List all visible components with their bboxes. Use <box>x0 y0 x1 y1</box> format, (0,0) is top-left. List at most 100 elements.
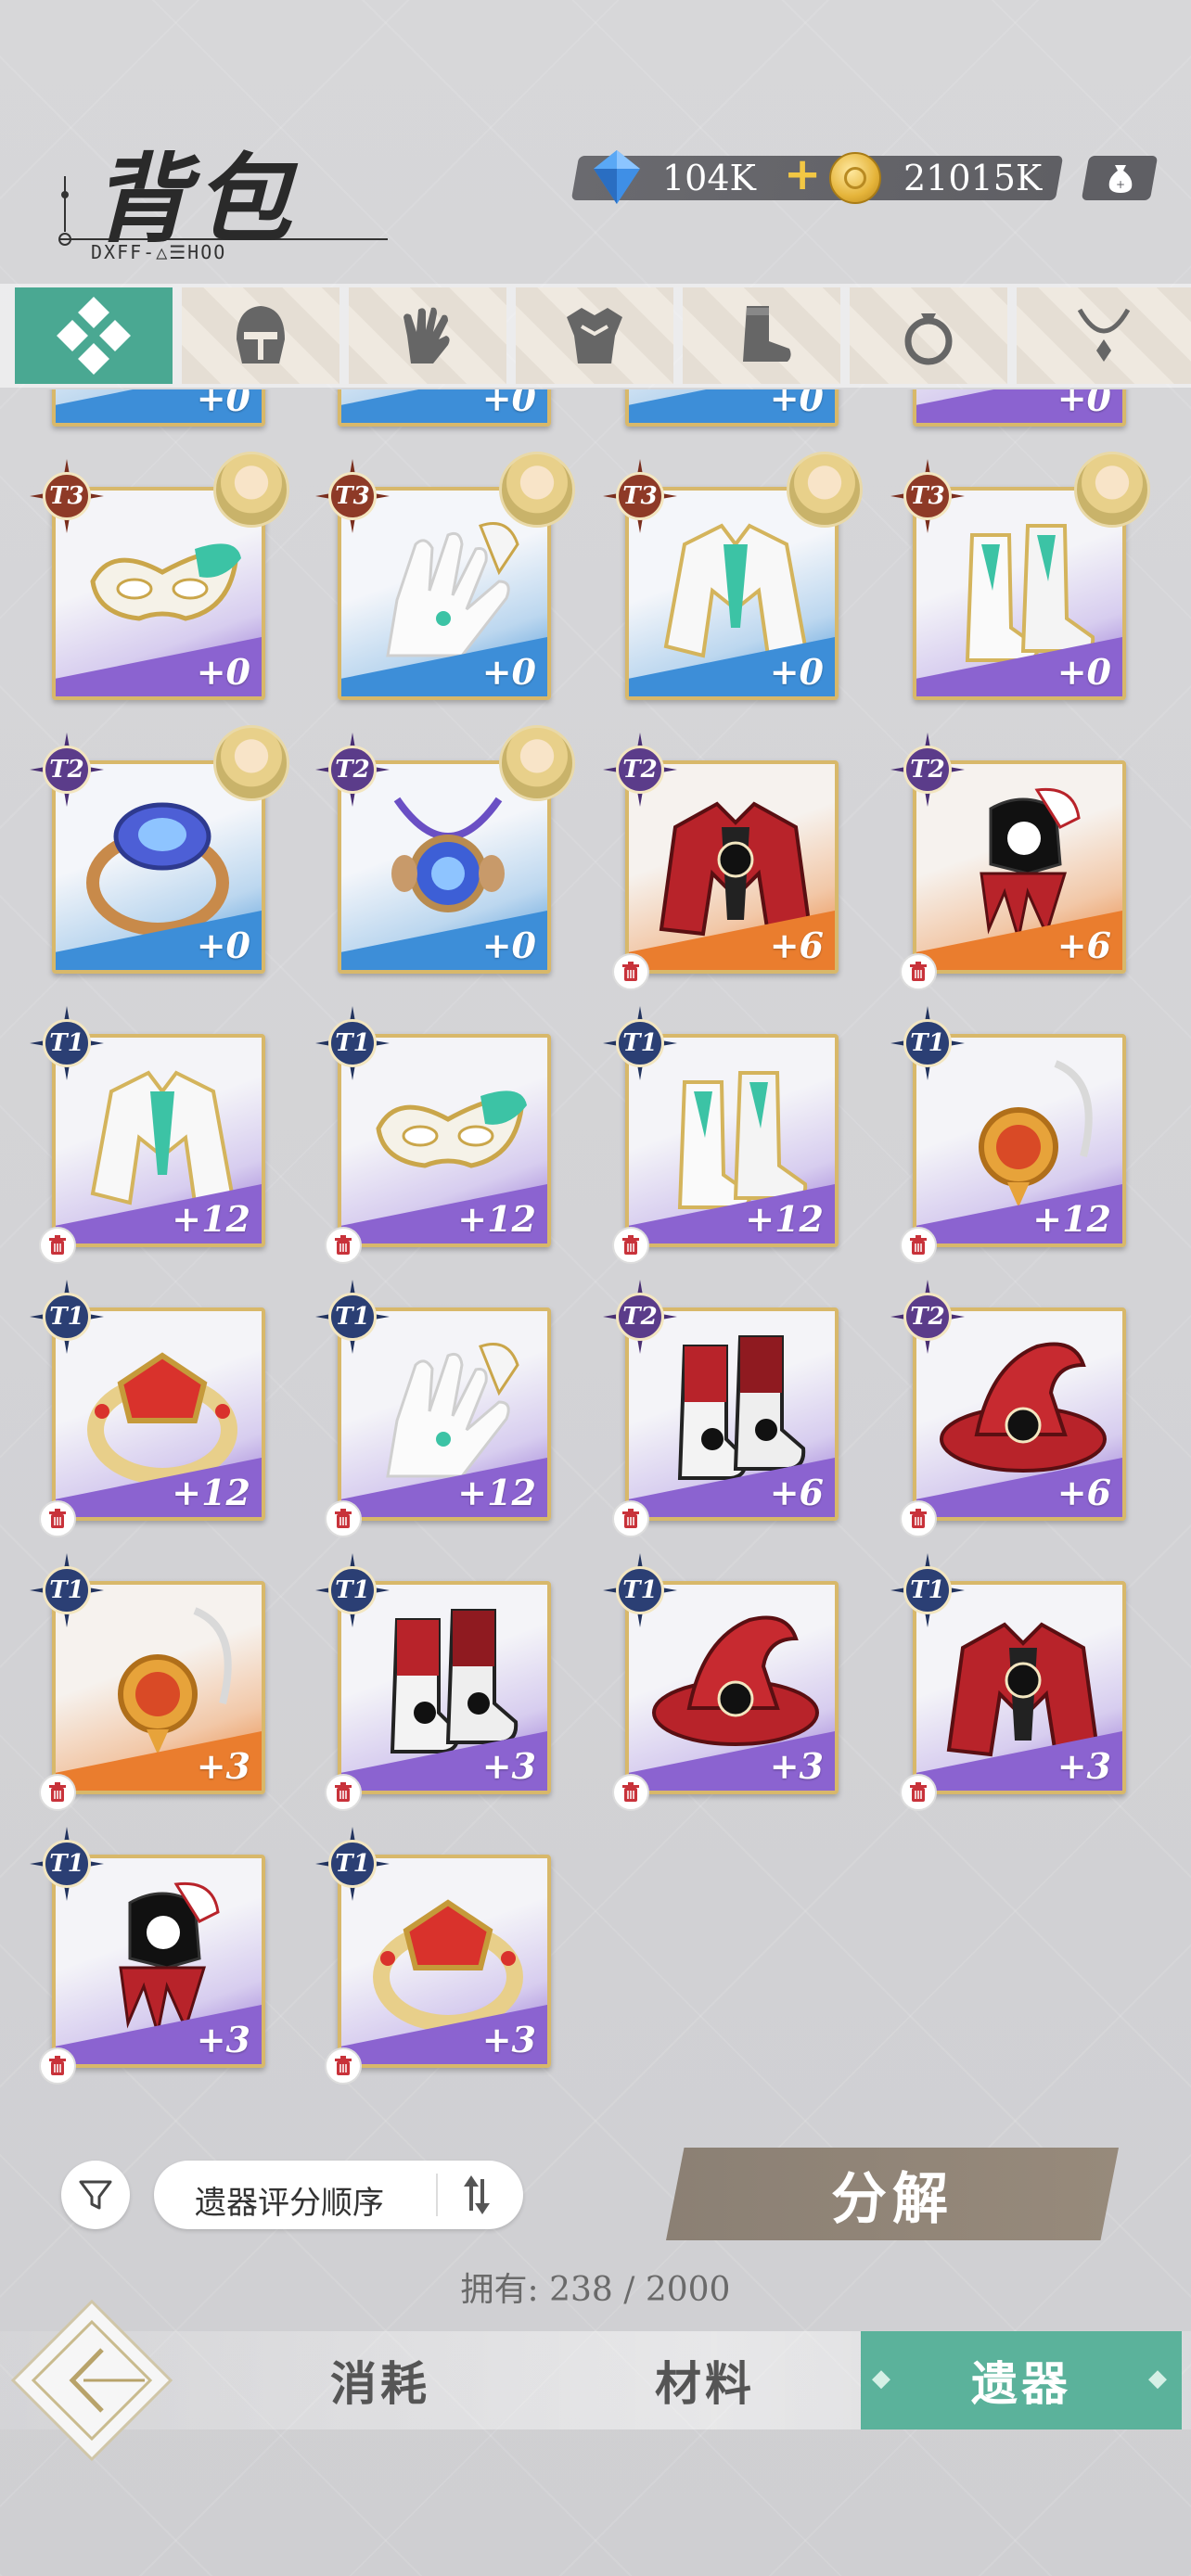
ring-icon <box>904 313 953 365</box>
relic-item[interactable]: +3 T1 <box>30 1827 265 2085</box>
item-frame: +0 <box>338 389 551 427</box>
tab-armor[interactable] <box>516 287 673 384</box>
relic-item[interactable]: +12 T1 <box>890 1006 1126 1264</box>
relic-item[interactable]: +0 T3 <box>30 452 289 700</box>
tier-badge: T2 <box>315 733 390 807</box>
armor-icon <box>567 308 622 363</box>
tab-boots[interactable] <box>683 287 840 384</box>
sort-order-icon[interactable] <box>458 2174 495 2216</box>
trash-marker[interactable] <box>39 2047 76 2085</box>
trash-marker[interactable] <box>39 1774 76 1811</box>
tier-badge: T1 <box>30 1006 104 1080</box>
gold-coin-icon <box>829 152 881 204</box>
tab-all[interactable] <box>15 287 173 384</box>
relic-item[interactable]: +3 T1 <box>315 1553 551 1811</box>
relic-item[interactable]: +6 T2 <box>603 733 839 990</box>
item-level: +12 <box>1032 1198 1111 1240</box>
relic-item[interactable]: +3 T1 <box>30 1553 265 1811</box>
relic-item[interactable]: +0 T2 <box>30 725 289 974</box>
relic-item[interactable]: +0 <box>913 389 1126 427</box>
trash-marker[interactable] <box>900 1774 937 1811</box>
trash-marker[interactable] <box>900 953 937 990</box>
equipped-character-avatar <box>213 452 289 528</box>
trash-marker[interactable] <box>612 1774 649 1811</box>
tab-materials[interactable]: 材料 <box>603 2331 807 2429</box>
necklace-icon <box>1077 308 1131 362</box>
relic-item[interactable]: +6 T2 <box>890 733 1126 990</box>
tier-badge: T2 <box>603 1280 677 1354</box>
tier-label: T3 <box>43 472 91 520</box>
tier-badge: T2 <box>890 1280 965 1354</box>
relic-item[interactable]: +3 T1 <box>315 1827 551 2085</box>
trash-marker[interactable] <box>900 1227 937 1264</box>
trash-marker[interactable] <box>39 1227 76 1264</box>
trash-marker[interactable] <box>325 1774 362 1811</box>
relic-item[interactable]: +12 T1 <box>603 1006 839 1264</box>
trash-marker[interactable] <box>612 1227 649 1264</box>
tier-badge: T3 <box>890 459 965 533</box>
trash-marker[interactable] <box>325 2047 362 2085</box>
relic-item[interactable]: +3 T1 <box>890 1553 1126 1811</box>
trash-icon <box>335 1235 352 1255</box>
relic-item[interactable]: +0 T2 <box>315 725 575 974</box>
glove-icon <box>403 307 450 363</box>
relic-item[interactable]: +6 T2 <box>603 1280 839 1537</box>
tier-label: T1 <box>328 1019 377 1067</box>
add-gems-button[interactable]: + <box>784 148 821 200</box>
item-frame: +0 <box>52 389 265 427</box>
trash-icon <box>49 1509 66 1528</box>
tier-label: T3 <box>616 472 664 520</box>
relic-item[interactable]: +12 T1 <box>315 1006 551 1264</box>
filter-button[interactable] <box>61 2161 130 2229</box>
tab-ring[interactable] <box>850 287 1007 384</box>
item-level: +0 <box>481 651 536 693</box>
gem-count: 104K <box>662 158 756 198</box>
money-bag-icon: + <box>1108 165 1133 193</box>
trash-marker[interactable] <box>900 1500 937 1537</box>
tier-label: T1 <box>43 1566 91 1614</box>
tab-relics[interactable]: 遗器 <box>861 2331 1182 2429</box>
sort-label: 遗器评分顺序 <box>195 2185 384 2222</box>
tier-badge: T1 <box>603 1006 677 1080</box>
item-level: +3 <box>481 2019 536 2060</box>
relic-item[interactable]: +0 <box>338 389 551 427</box>
item-frame: +0 <box>913 389 1126 427</box>
tier-badge: T3 <box>30 459 104 533</box>
tier-label: T1 <box>43 1019 91 1067</box>
relic-item[interactable]: +6 T2 <box>890 1280 1126 1537</box>
decompose-button[interactable]: 分解 <box>666 2148 1119 2240</box>
relic-item[interactable]: +12 T1 <box>30 1006 265 1264</box>
tier-label: T1 <box>43 1293 91 1341</box>
tier-badge: T1 <box>315 1280 390 1354</box>
tab-consumables[interactable]: 消耗 <box>278 2331 482 2429</box>
tab-gloves[interactable] <box>349 287 506 384</box>
tab-helmet[interactable] <box>182 287 339 384</box>
tier-badge: T1 <box>890 1553 965 1627</box>
tier-badge: T1 <box>603 1553 677 1627</box>
tier-label: T2 <box>903 746 952 794</box>
trash-marker[interactable] <box>612 953 649 990</box>
relic-item[interactable]: +12 T1 <box>30 1280 265 1537</box>
trash-marker[interactable] <box>39 1500 76 1537</box>
back-button[interactable] <box>6 2294 178 2467</box>
gem-icon <box>594 150 640 204</box>
item-level: +0 <box>481 389 536 419</box>
relic-item[interactable]: +3 T1 <box>603 1553 839 1811</box>
relic-item[interactable]: +12 T1 <box>315 1280 551 1537</box>
relic-item[interactable]: +0 T3 <box>603 452 863 700</box>
money-bag-button[interactable]: + <box>1081 156 1159 200</box>
tier-label: T2 <box>43 746 91 794</box>
sort-dropdown[interactable]: 遗器评分顺序 <box>154 2161 523 2229</box>
item-level: +12 <box>457 1472 536 1513</box>
trash-marker[interactable] <box>612 1500 649 1537</box>
trash-marker[interactable] <box>325 1227 362 1264</box>
tab-necklace[interactable] <box>1017 287 1191 384</box>
relic-item[interactable]: +0 <box>625 389 839 427</box>
relic-item[interactable]: +0 T3 <box>315 452 575 700</box>
equipped-character-avatar <box>787 452 863 528</box>
trash-marker[interactable] <box>325 1500 362 1537</box>
relic-item[interactable]: +0 T3 <box>890 452 1150 700</box>
item-level: +3 <box>196 1745 250 1787</box>
relic-item[interactable]: +0 <box>52 389 265 427</box>
item-level: +12 <box>172 1198 250 1240</box>
